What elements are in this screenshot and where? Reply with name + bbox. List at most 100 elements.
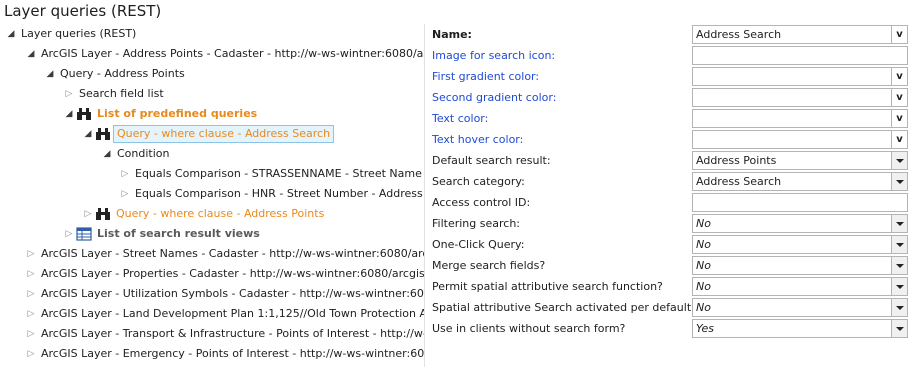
prop-row-filtering: Filtering search: No xyxy=(432,213,912,234)
tree-node-condition[interactable]: ◢ Condition xyxy=(100,144,173,164)
expanded-icon[interactable]: ◢ xyxy=(62,104,76,124)
collapsed-icon[interactable]: ▷ xyxy=(24,344,38,364)
use-without-form-value: Yes xyxy=(696,322,715,335)
tree-node-label: List of predefined queries xyxy=(97,107,258,120)
collapsed-icon[interactable]: ▷ xyxy=(81,204,95,224)
prop-label: Spatial attributive Search activated per… xyxy=(432,301,697,314)
prop-label: Use in clients without search form? xyxy=(432,322,626,335)
tree-node-predefined-queries[interactable]: ◢ List of predefined queries xyxy=(62,104,260,124)
prop-label[interactable]: Text hover color: xyxy=(432,129,523,150)
tree-node-label: Query - where clause - Address Points xyxy=(116,207,325,220)
tree-node-label: ArcGIS Layer - Emergency - Points of Int… xyxy=(41,347,424,360)
prop-row-image-icon: Image for search icon: xyxy=(432,45,912,66)
tree-node-equals-hnr[interactable]: ▷ Equals Comparison - HNR - Street Numbe… xyxy=(118,184,424,204)
dropdown-arrow-icon[interactable] xyxy=(891,173,907,190)
use-without-form-select[interactable]: Yes xyxy=(692,319,908,338)
prop-row-permit-spatial: Permit spatial attributive search functi… xyxy=(432,276,912,297)
spatial-default-select[interactable]: No xyxy=(692,298,908,317)
first-gradient-field[interactable]: v xyxy=(692,67,908,86)
expanded-icon[interactable]: ◢ xyxy=(4,24,18,44)
prop-label: Access control ID: xyxy=(432,196,531,209)
expanded-icon[interactable]: ◢ xyxy=(43,64,57,84)
dropdown-arrow-icon[interactable] xyxy=(891,215,907,232)
name-menu-button[interactable]: v xyxy=(891,26,907,43)
dropdown-arrow-icon[interactable] xyxy=(891,278,907,295)
tree-node-query-address-points[interactable]: ▷ Query - where clause - Address Points xyxy=(81,204,327,224)
text-hover-menu-button[interactable]: v xyxy=(891,131,907,148)
tree-node-label: ArcGIS Layer - Address Points - Cadaster… xyxy=(41,47,424,60)
name-field[interactable]: Address Search v xyxy=(692,25,908,44)
prop-row-use-without-form: Use in clients without search form? Yes xyxy=(432,318,912,339)
collapsed-icon[interactable]: ▷ xyxy=(24,324,38,344)
search-category-value: Address Search xyxy=(696,175,782,188)
prop-label[interactable]: Image for search icon: xyxy=(432,45,555,66)
tree-node-root[interactable]: ◢ Layer queries (REST) xyxy=(4,24,139,44)
prop-row-second-gradient: Second gradient color: v xyxy=(432,87,912,108)
prop-label[interactable]: Second gradient color: xyxy=(432,87,556,108)
tree-node-label: Condition xyxy=(117,147,170,160)
text-color-menu-button[interactable]: v xyxy=(891,110,907,127)
prop-row-merge-fields: Merge search fields? No xyxy=(432,255,912,276)
collapsed-icon[interactable]: ▷ xyxy=(118,184,132,204)
tree-node-label: ArcGIS Layer - Transport & Infrastructur… xyxy=(41,327,424,340)
tree-node-search-field-list[interactable]: ▷ Search field list xyxy=(62,84,167,104)
prop-row-one-click: One-Click Query: No xyxy=(432,234,912,255)
prop-label: Merge search fields? xyxy=(432,259,546,272)
prop-label: Search category: xyxy=(432,175,525,188)
filtering-select[interactable]: No xyxy=(692,214,908,233)
permit-spatial-select[interactable]: No xyxy=(692,277,908,296)
prop-label[interactable]: Text color: xyxy=(432,108,488,129)
merge-fields-select[interactable]: No xyxy=(692,256,908,275)
collapsed-icon[interactable]: ▷ xyxy=(118,164,132,184)
tree-node-layer-landdev[interactable]: ▷ ArcGIS Layer - Land Development Plan 1… xyxy=(24,304,424,324)
image-icon-field[interactable] xyxy=(692,46,908,65)
dropdown-arrow-icon[interactable] xyxy=(891,152,907,169)
default-result-value: Address Points xyxy=(696,154,777,167)
tree-node-query-address-search[interactable]: ◢ Query - where clause - Address Search xyxy=(81,124,335,144)
text-color-field[interactable]: v xyxy=(692,109,908,128)
tree-node-label: ArcGIS Layer - Land Development Plan 1:1… xyxy=(41,307,424,320)
name-value: Address Search xyxy=(696,28,782,41)
second-gradient-menu-button[interactable]: v xyxy=(891,89,907,106)
collapsed-icon[interactable]: ▷ xyxy=(62,84,76,104)
tree-node-label: Equals Comparison - HNR - Street Number … xyxy=(135,187,424,200)
prop-row-first-gradient: First gradient color: v xyxy=(432,66,912,87)
collapsed-icon[interactable]: ▷ xyxy=(24,264,38,284)
tree-node-layer-emergency[interactable]: ▷ ArcGIS Layer - Emergency - Points of I… xyxy=(24,344,424,364)
tree-node-layer-properties[interactable]: ▷ ArcGIS Layer - Properties - Cadaster -… xyxy=(24,264,424,284)
text-hover-field[interactable]: v xyxy=(692,130,908,149)
second-gradient-field[interactable]: v xyxy=(692,88,908,107)
expanded-icon[interactable]: ◢ xyxy=(81,124,95,144)
panel-divider[interactable] xyxy=(424,24,425,367)
prop-label: Name: xyxy=(432,28,472,41)
tree-node-layer-streets[interactable]: ▷ ArcGIS Layer - Street Names - Cadaster… xyxy=(24,244,424,264)
access-control-field[interactable] xyxy=(692,193,908,212)
window-title: Layer queries (REST) xyxy=(4,2,162,20)
tree-node-layer-transport[interactable]: ▷ ArcGIS Layer - Transport & Infrastruct… xyxy=(24,324,424,344)
tree-node-query-address[interactable]: ◢ Query - Address Points xyxy=(43,64,188,84)
dropdown-arrow-icon[interactable] xyxy=(891,257,907,274)
collapsed-icon[interactable]: ▷ xyxy=(24,304,38,324)
tree-node-search-result-views[interactable]: ▷ List of search result views xyxy=(62,224,263,244)
collapsed-icon[interactable]: ▷ xyxy=(24,244,38,264)
prop-row-spatial-default: Spatial attributive Search activated per… xyxy=(432,297,912,318)
expanded-icon[interactable]: ◢ xyxy=(24,44,38,64)
search-category-select[interactable]: Address Search xyxy=(692,172,908,191)
tree-node-layer-utilization[interactable]: ▷ ArcGIS Layer - Utilization Symbols - C… xyxy=(24,284,424,304)
collapsed-icon[interactable]: ▷ xyxy=(62,224,76,244)
dropdown-arrow-icon[interactable] xyxy=(891,320,907,337)
collapsed-icon[interactable]: ▷ xyxy=(24,284,38,304)
tree-node-label: ArcGIS Layer - Utilization Symbols - Cad… xyxy=(41,287,424,300)
one-click-select[interactable]: No xyxy=(692,235,908,254)
dropdown-arrow-icon[interactable] xyxy=(891,299,907,316)
prop-label[interactable]: First gradient color: xyxy=(432,66,539,87)
tree-node-layer-address[interactable]: ◢ ArcGIS Layer - Address Points - Cadast… xyxy=(24,44,424,64)
dropdown-arrow-icon[interactable] xyxy=(891,236,907,253)
merge-fields-value: No xyxy=(696,259,711,272)
expanded-icon[interactable]: ◢ xyxy=(100,144,114,164)
layer-tree: ◢ Layer queries (REST) ◢ ArcGIS Layer - … xyxy=(0,24,424,367)
first-gradient-menu-button[interactable]: v xyxy=(891,68,907,85)
tree-node-equals-strassenname[interactable]: ▷ Equals Comparison - STRASSENNAME - Str… xyxy=(118,164,424,184)
prop-row-name: Name: Address Search v xyxy=(432,24,912,45)
default-result-select[interactable]: Address Points xyxy=(692,151,908,170)
